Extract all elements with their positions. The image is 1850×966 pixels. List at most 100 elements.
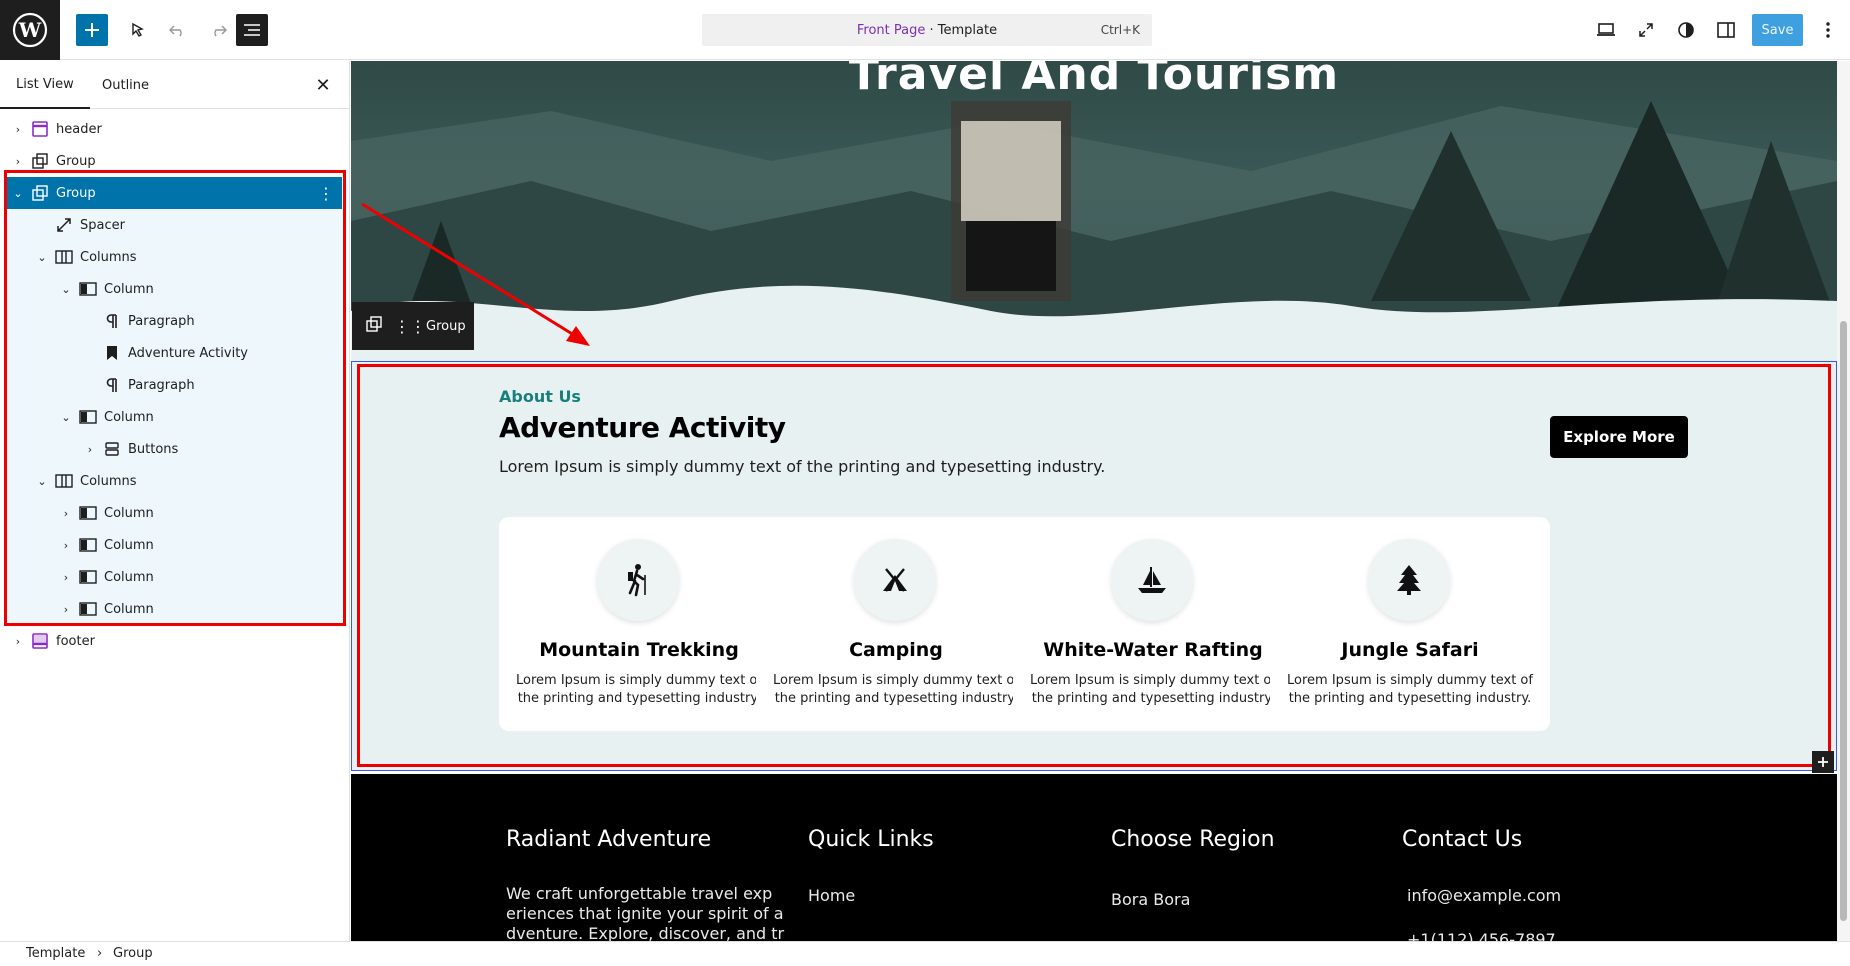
explore-more-button[interactable]: Explore More [1550,416,1688,458]
footer-contact-email[interactable]: info@example.com [1407,886,1561,905]
chevron-down-icon[interactable]: ⌄ [10,185,26,201]
chevron-down-icon[interactable]: ⌄ [58,281,74,297]
column-icon [78,599,98,619]
tree-item-label: Adventure Activity [128,345,248,361]
tree-item-paragraph[interactable]: Paragraph [4,305,342,337]
card-title: Jungle Safari [1341,639,1479,661]
chevron-right-icon[interactable]: › [82,441,98,457]
tree-item-spacer[interactable]: Spacer [4,209,342,241]
activity-card[interactable]: Jungle Safari Lorem Ipsum is simply dumm… [1270,517,1550,731]
tree-item-footer[interactable]: › footer [4,625,342,657]
tree-item-columns[interactable]: ⌄ Columns [4,241,342,273]
expand-icon [1639,23,1653,37]
tree-item-heading[interactable]: Adventure Activity [4,337,342,369]
footer-region-title: Choose Region [1111,827,1275,852]
activity-card[interactable]: Camping Lorem Ipsum is simply dummy text… [756,517,1036,731]
breadcrumb-template[interactable]: Template [26,946,85,961]
group-icon[interactable] [366,316,382,336]
chevron-down-icon[interactable]: ⌄ [58,409,74,425]
column-icon [78,407,98,427]
activity-card[interactable]: White-Water Rafting Lorem Ipsum is simpl… [1013,517,1293,731]
tree-item-label: footer [56,633,95,649]
tree-item-label: Buttons [128,441,179,457]
command-palette-bar[interactable]: Front Page · Template Ctrl+K [702,14,1152,46]
contrast-icon [1678,22,1694,38]
tree-item-buttons[interactable]: › Buttons [4,433,342,465]
chevron-down-icon[interactable]: ⌄ [34,473,50,489]
add-block-after-button[interactable] [1812,751,1834,773]
shortcut-hint: Ctrl+K [1100,23,1140,37]
add-block-button[interactable] [76,14,108,46]
wordpress-logo-button[interactable]: W [0,0,60,60]
footer-brand-text-line: eriences that ignite your spirit of a [506,904,784,923]
undo-button[interactable] [162,14,194,46]
paragraph-icon [102,375,122,395]
tree-item-label: Group [56,185,96,201]
sailboat-icon [1111,539,1193,621]
scrollbar-thumb[interactable] [1840,321,1847,921]
tree-item-label: Column [104,537,154,553]
breadcrumb-group[interactable]: Group [113,946,153,961]
close-panel-button[interactable]: ✕ [311,73,335,97]
about-description: Lorem Ipsum is simply dummy text of the … [499,457,1106,476]
styles-button[interactable] [1670,14,1702,46]
canvas-scrollbar[interactable] [1837,61,1850,941]
chevron-down-icon[interactable]: ⌄ [34,249,50,265]
tree-item-header[interactable]: › header [4,113,342,145]
about-heading: Adventure Activity [499,411,786,444]
footer-link-bora-bora[interactable]: Bora Bora [1111,890,1190,909]
footer-link-home[interactable]: Home [808,886,855,905]
footer-quick-links-title: Quick Links [808,827,934,852]
document-overview-button[interactable] [236,14,268,46]
save-button[interactable]: Save [1752,14,1803,46]
redo-icon [214,25,227,37]
tree-item-column[interactable]: › Column [4,497,342,529]
paragraph-icon [102,311,122,331]
tab-list-view[interactable]: List View [0,61,90,109]
drag-handle-icon[interactable]: ⋮⋮ [394,317,426,336]
block-toolbar[interactable]: ⋮⋮ Group [352,302,474,350]
column-icon [78,279,98,299]
chevron-right-icon[interactable]: › [10,121,26,137]
tree-item-paragraph[interactable]: Paragraph [4,369,342,401]
tree-item-group[interactable]: › Group [4,145,342,177]
tree-item-column[interactable]: ⌄ Column [4,273,342,305]
card-description: Lorem Ipsum is simply dummy text of the … [1287,673,1533,706]
footer-contact-phone[interactable]: +1(112) 456-7897 [1407,930,1556,941]
tree-item-group-selected[interactable]: ⌄ Group ⋮ [4,177,342,209]
chevron-right-icon[interactable]: › [58,601,74,617]
group-icon [30,151,50,171]
chevron-right-icon[interactable]: › [58,505,74,521]
tree-item-label: Column [104,505,154,521]
more-vertical-icon[interactable]: ⋮ [318,184,334,203]
tree-item-column[interactable]: › Column [4,529,342,561]
tree-item-label: Paragraph [128,313,195,329]
zoom-out-button[interactable] [1630,14,1662,46]
top-toolbar: W Front Page · Template Ctrl+K Save [0,0,1850,60]
tree-item-columns[interactable]: ⌄ Columns [4,465,342,497]
template-part-icon [30,119,50,139]
settings-sidebar-button[interactable] [1710,14,1742,46]
chevron-right-icon[interactable]: › [58,569,74,585]
tree-item-label: Column [104,601,154,617]
select-tool-button[interactable] [122,14,154,46]
tree-item-label: Columns [80,473,137,489]
options-menu-button[interactable] [1812,14,1844,46]
device-preview-button[interactable] [1590,14,1622,46]
chevron-right-icon[interactable]: › [58,537,74,553]
redo-button[interactable] [202,14,234,46]
tree-item-label: Paragraph [128,377,195,393]
activity-card[interactable]: Mountain Trekking Lorem Ipsum is simply … [499,517,779,731]
tree-item-column[interactable]: › Column [4,561,342,593]
chevron-right-icon[interactable]: › [10,633,26,649]
plus-icon [1818,757,1828,767]
tree-item-label: Column [104,281,154,297]
block-toolbar-label: Group [426,318,466,334]
chevron-right-icon[interactable]: › [10,153,26,169]
tab-outline[interactable]: Outline [86,61,165,109]
column-icon [78,503,98,523]
template-part-icon [30,631,50,651]
tree-item-column[interactable]: ⌄ Column [4,401,342,433]
tree-item-column[interactable]: › Column [4,593,342,625]
tree-icon [1368,539,1450,621]
